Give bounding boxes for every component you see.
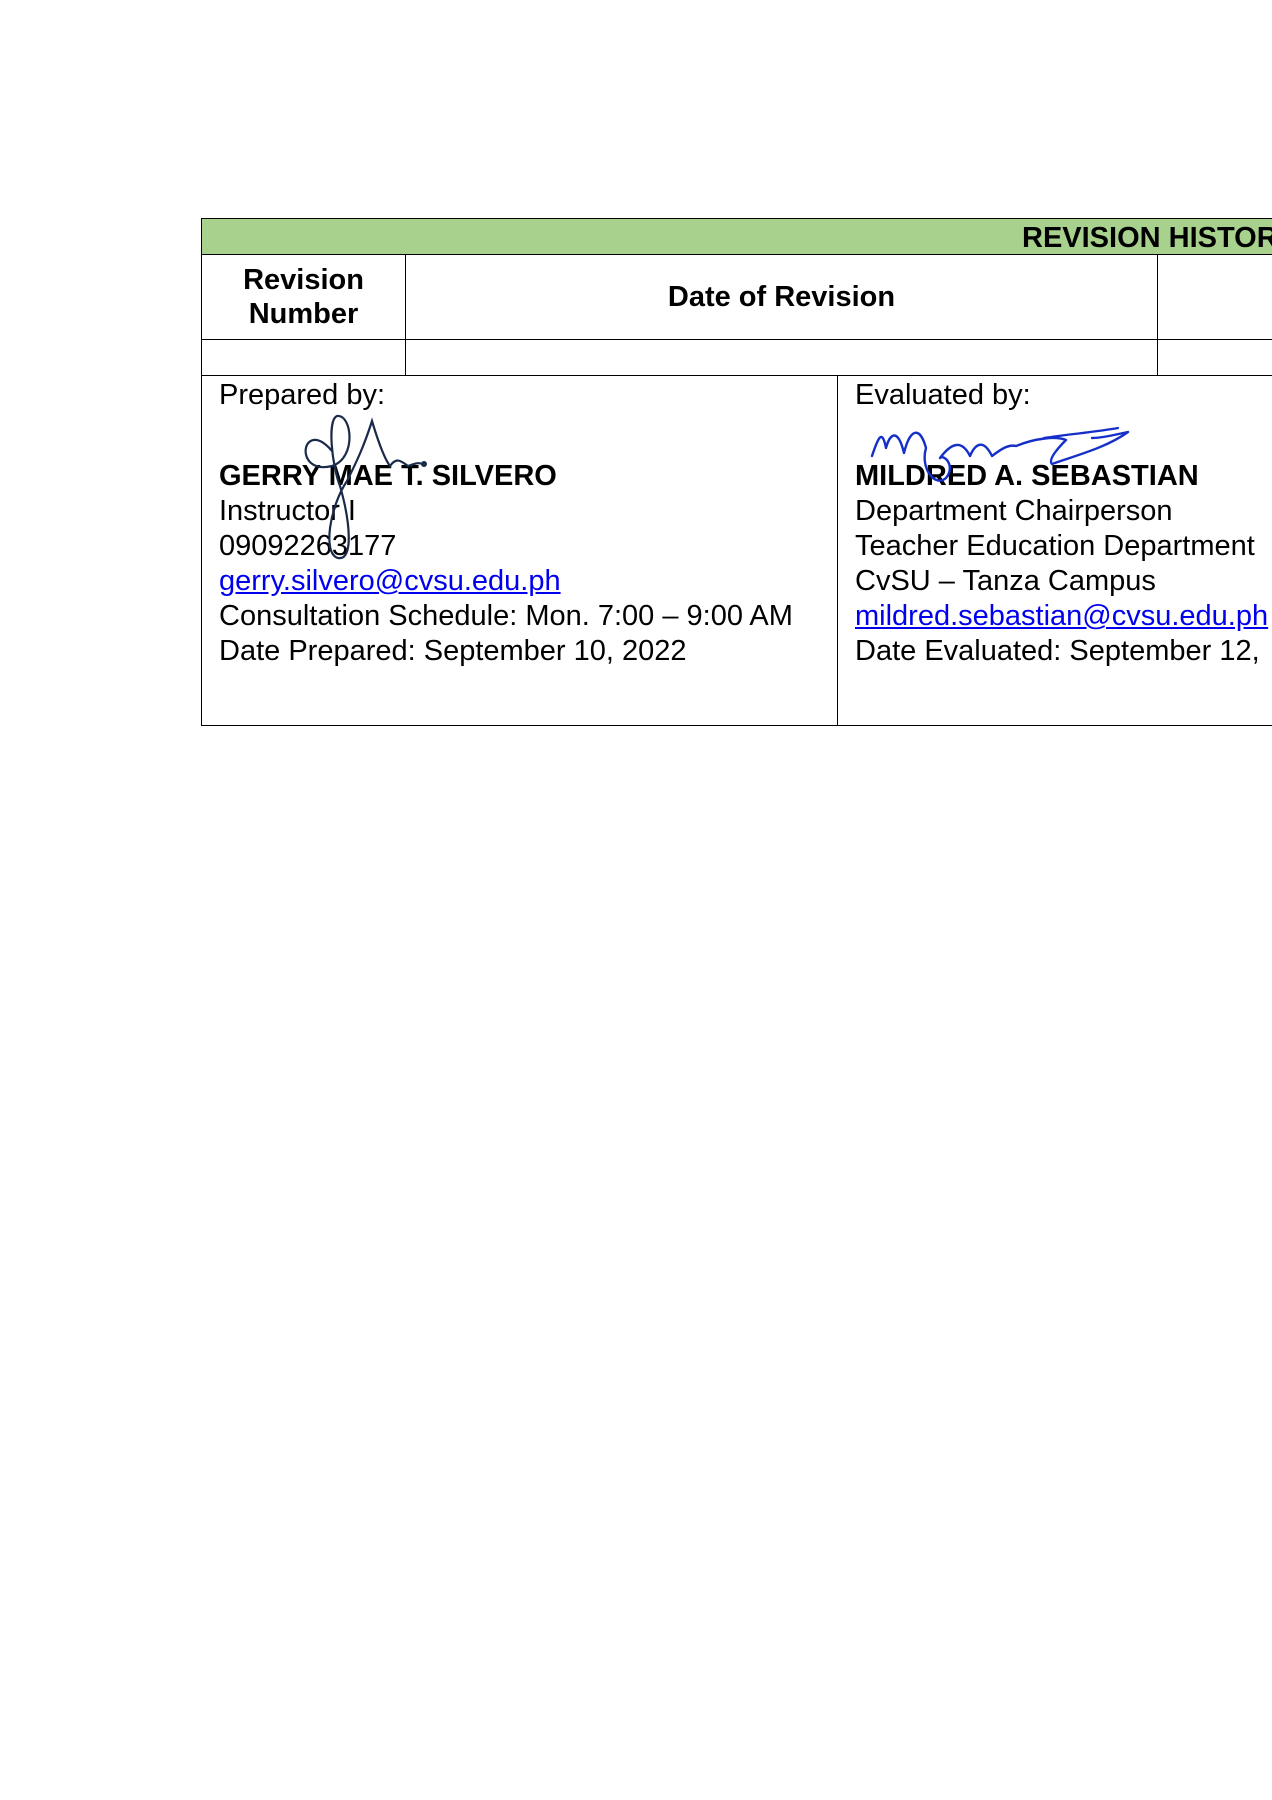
date-of-revision-column-header: Date of Revision [406,255,1158,340]
prepared-by-block: Prepared by: GERRY MAE T. SILVERO Instru… [219,378,793,669]
preparer-position: Instructor I [219,495,356,527]
preparer-name: GERRY MAE T. SILVERO [219,460,557,492]
revision-number-column-header: Revision Number [201,255,406,340]
date-prepared: Date Prepared: September 10, 2022 [219,635,687,667]
evaluated-by-block: Evaluated by: MILDRED A. SEBASTIAN Depar… [855,378,1268,669]
evaluator-campus: CvSU – Tanza Campus [855,565,1156,597]
prepared-by-cell: Prepared by: GERRY MAE T. SILVERO Instru… [201,376,838,726]
revision-history-table: REVISION HISTOR Revision Number Date of … [201,218,1272,726]
prepared-by-label: Prepared by: [219,379,386,411]
signature-space [219,413,793,459]
consultation-schedule: Consultation Schedule: Mon. 7:00 – 9:00 … [219,600,793,632]
signature-space [855,413,1268,459]
evaluator-position: Department Chairperson [855,495,1173,527]
evaluator-name: MILDRED A. SEBASTIAN [855,460,1199,492]
truncated-column-header [1158,255,1272,340]
evaluated-by-label: Evaluated by: [855,379,1031,411]
preparer-phone: 09092263177 [219,530,397,562]
revision-number-cell [201,340,406,376]
evaluator-email-link[interactable]: mildred.sebastian@cvsu.edu.ph [855,600,1268,632]
date-of-revision-cell [406,340,1158,376]
revision-history-header: REVISION HISTOR [201,218,1272,255]
truncated-column-cell [1158,340,1272,376]
date-evaluated: Date Evaluated: September 12, [855,635,1260,667]
preparer-email-link[interactable]: gerry.silvero@cvsu.edu.ph [219,565,561,597]
evaluator-department: Teacher Education Department [855,530,1255,562]
evaluated-by-cell: Evaluated by: MILDRED A. SEBASTIAN Depar… [838,376,1272,726]
revision-history-title: REVISION HISTOR [1022,222,1272,254]
